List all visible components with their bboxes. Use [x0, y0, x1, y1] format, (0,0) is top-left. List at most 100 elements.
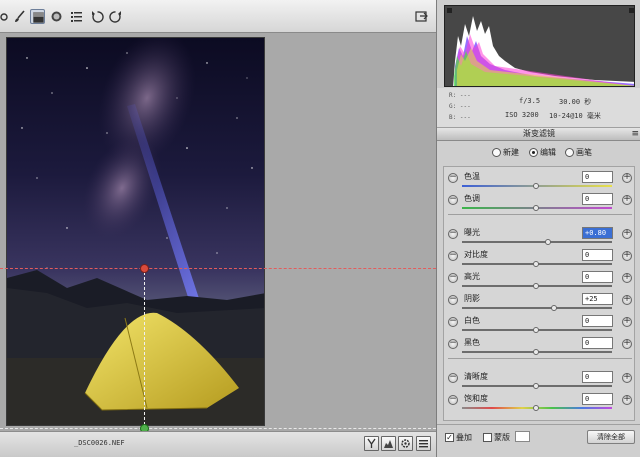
slider-divider — [448, 358, 632, 359]
shadows-track[interactable] — [462, 307, 612, 309]
contrast-value-field[interactable]: 0 — [582, 249, 613, 261]
clarity-value-field[interactable]: 0 — [582, 371, 613, 383]
gear-icon[interactable] — [398, 436, 413, 451]
blacks-plus-icon[interactable]: + — [622, 339, 632, 349]
tint-value-field[interactable]: 0 — [582, 193, 613, 205]
whites-value-field[interactable]: 0 — [582, 315, 613, 327]
shadows-plus-icon[interactable]: + — [622, 295, 632, 305]
whites-plus-icon[interactable]: + — [622, 317, 632, 327]
slider-highlights[interactable]: − 高光 0 + — [444, 269, 636, 291]
export-icon[interactable] — [414, 9, 429, 24]
clarity-plus-icon[interactable]: + — [622, 373, 632, 383]
radial-filter-icon[interactable] — [49, 9, 64, 24]
slider-saturation[interactable]: − 饱和度 0 + — [444, 391, 636, 413]
exposure-value-field[interactable]: +0.80 — [582, 227, 613, 239]
mask-check-box[interactable] — [483, 433, 492, 442]
panel-title: 渐变滤镜 ≡ — [437, 128, 640, 141]
mode-new[interactable]: 新建 — [492, 147, 519, 158]
mask-color-swatch[interactable] — [515, 431, 530, 442]
slider-clarity[interactable]: − 清晰度 0 + — [444, 369, 636, 391]
clarity-thumb[interactable] — [533, 383, 539, 389]
rotate-left-icon[interactable] — [90, 9, 105, 24]
highlights-label: 高光 — [464, 272, 480, 281]
saturation-thumb[interactable] — [533, 405, 539, 411]
mode-edit[interactable]: 编辑 — [529, 147, 556, 158]
highlights-value-field[interactable]: 0 — [582, 271, 613, 283]
blacks-label: 黑色 — [464, 338, 480, 347]
slider-exposure[interactable]: − 曝光 +0.80 + — [444, 225, 636, 247]
tint-plus-icon[interactable]: + — [622, 195, 632, 205]
brush-tool-icon[interactable] — [12, 9, 27, 24]
overlay-check-box[interactable]: ✓ — [445, 433, 454, 442]
filter-pin-top[interactable] — [140, 264, 149, 273]
temp-plus-icon[interactable]: + — [622, 173, 632, 183]
slider-tint[interactable]: − 色调 0 + — [444, 191, 636, 213]
highlights-plus-icon[interactable]: + — [622, 273, 632, 283]
whites-minus-icon[interactable]: − — [448, 317, 458, 327]
filter-pin-bottom[interactable] — [140, 424, 149, 431]
temp-minus-icon[interactable]: − — [448, 173, 458, 183]
highlights-thumb[interactable] — [533, 283, 539, 289]
saturation-plus-icon[interactable]: + — [622, 395, 632, 405]
b-label: B: --- — [449, 114, 471, 121]
saturation-minus-icon[interactable]: − — [448, 395, 458, 405]
temp-thumb[interactable] — [533, 183, 539, 189]
clear-all-button[interactable]: 清除全部 — [587, 430, 635, 444]
radio-edit[interactable] — [529, 148, 538, 157]
clarity-label: 清晰度 — [464, 372, 488, 381]
toolbar — [0, 0, 436, 33]
blacks-value-field[interactable]: 0 — [582, 337, 613, 349]
whites-thumb[interactable] — [533, 327, 539, 333]
temp-value-field[interactable]: 0 — [582, 171, 613, 183]
panel-list-icon[interactable] — [416, 436, 431, 451]
panel-menu-icon[interactable]: ≡ — [631, 128, 639, 140]
shadows-value-field[interactable]: +25 — [582, 293, 613, 305]
slider-whites[interactable]: − 白色 0 + — [444, 313, 636, 335]
filter-guide-top[interactable] — [0, 268, 436, 269]
exposure-track[interactable] — [462, 241, 612, 243]
shutter-value: 30.00 秒 — [559, 98, 592, 106]
highlights-minus-icon[interactable]: − — [448, 273, 458, 283]
saturation-label: 饱和度 — [464, 394, 488, 403]
radio-brush[interactable] — [565, 148, 574, 157]
contrast-plus-icon[interactable]: + — [622, 251, 632, 261]
tint-minus-icon[interactable]: − — [448, 195, 458, 205]
hand-tool-icon[interactable] — [0, 9, 12, 24]
exposure-thumb[interactable] — [545, 239, 551, 245]
mask-checkbox[interactable]: 蒙版 — [483, 432, 510, 443]
tint-label: 色调 — [464, 194, 480, 203]
overlay-checkbox[interactable]: ✓ 叠加 — [445, 432, 472, 443]
slider-blacks[interactable]: − 黑色 0 + — [444, 335, 636, 357]
slider-contrast[interactable]: − 对比度 0 + — [444, 247, 636, 269]
y-icon[interactable] — [364, 436, 379, 451]
mode-brush[interactable]: 画笔 — [565, 147, 592, 158]
shadows-label: 阴影 — [464, 294, 480, 303]
image-canvas[interactable] — [0, 33, 436, 431]
filter-guide-bottom[interactable] — [0, 428, 436, 429]
shadow-clip-warning — [447, 8, 452, 13]
graduated-filter-icon[interactable] — [30, 9, 45, 24]
lens-value: 10-24@10 毫米 — [549, 112, 601, 120]
exposure-minus-icon[interactable]: − — [448, 229, 458, 239]
shadows-minus-icon[interactable]: − — [448, 295, 458, 305]
rotate-right-icon[interactable] — [108, 9, 123, 24]
whites-label: 白色 — [464, 316, 480, 325]
slider-temp[interactable]: − 色温 0 + — [444, 169, 636, 191]
contrast-label: 对比度 — [464, 250, 488, 259]
radio-new[interactable] — [492, 148, 501, 157]
photo-preview[interactable] — [6, 37, 265, 426]
contrast-minus-icon[interactable]: − — [448, 251, 458, 261]
slider-shadows[interactable]: − 阴影 +25 + — [444, 291, 636, 313]
saturation-value-field[interactable]: 0 — [582, 393, 613, 405]
blacks-thumb[interactable] — [533, 349, 539, 355]
list-icon[interactable] — [69, 9, 84, 24]
tint-thumb[interactable] — [533, 205, 539, 211]
blacks-minus-icon[interactable]: − — [448, 339, 458, 349]
shadows-thumb[interactable] — [551, 305, 557, 311]
exposure-plus-icon[interactable]: + — [622, 229, 632, 239]
clarity-minus-icon[interactable]: − — [448, 373, 458, 383]
histogram-tool-icon[interactable] — [381, 436, 396, 451]
mode-selector: 新建 编辑 画笔 — [437, 142, 640, 164]
contrast-thumb[interactable] — [533, 261, 539, 267]
filter-center-line[interactable] — [144, 272, 145, 430]
